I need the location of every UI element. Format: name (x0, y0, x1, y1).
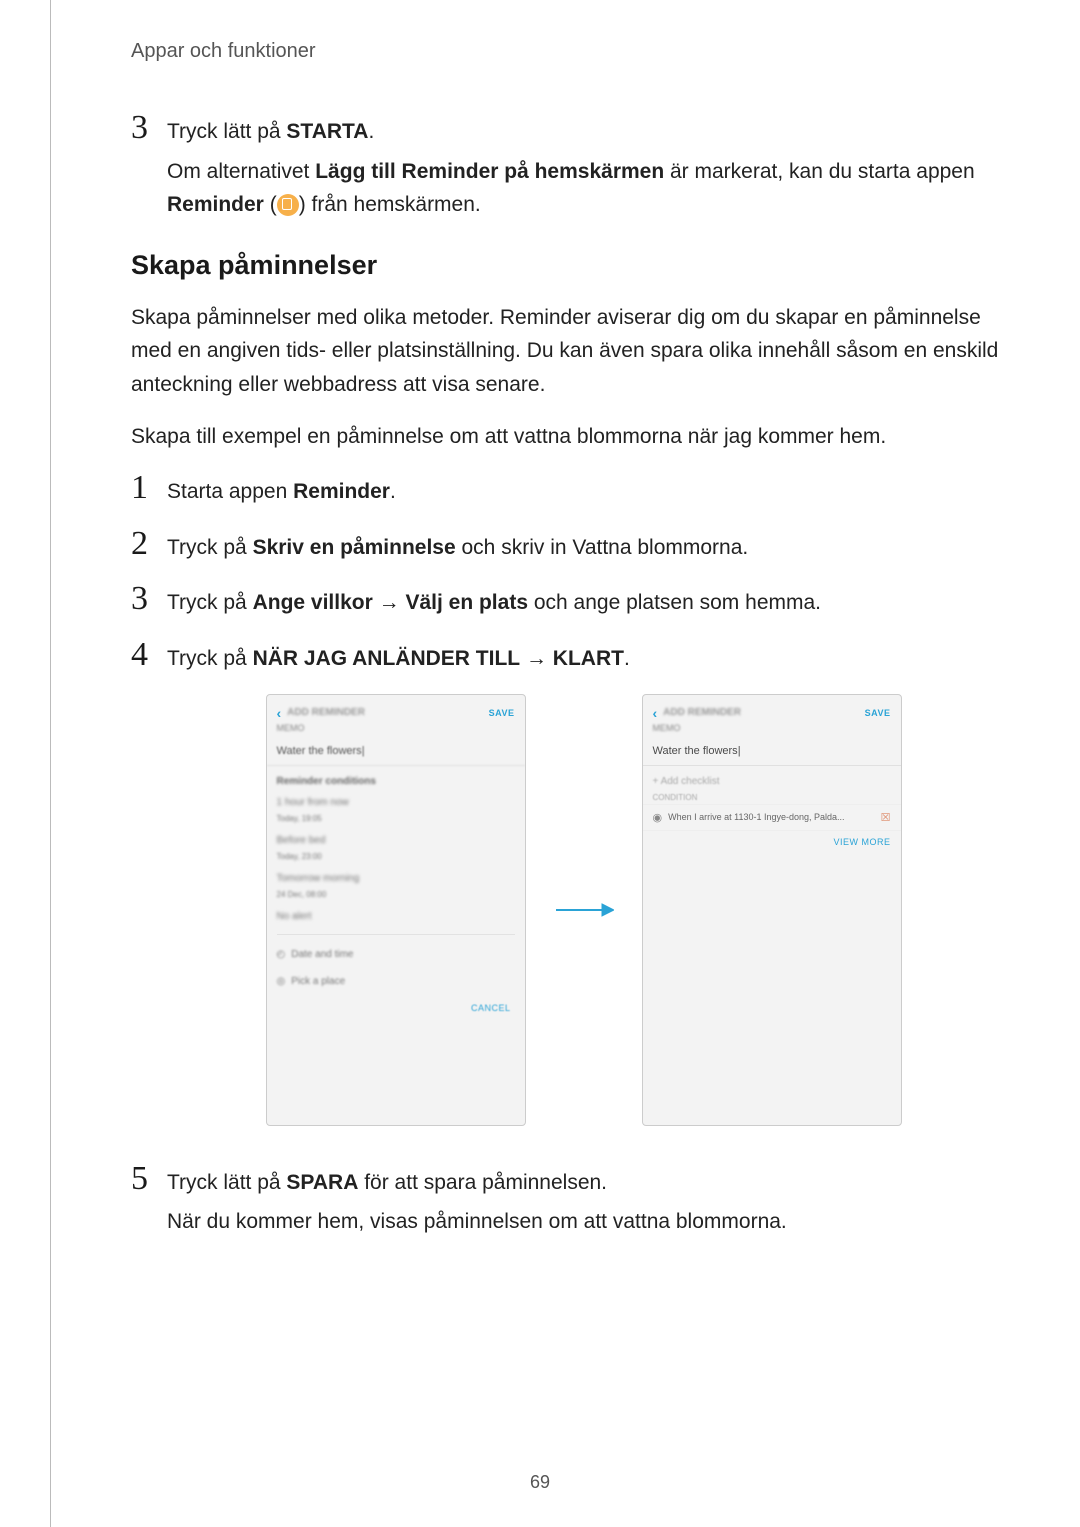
text: Tryck på (167, 536, 253, 559)
bold-text: Reminder (167, 193, 264, 216)
reminder-app-icon (277, 194, 299, 216)
step-text: Starta appen Reminder. (167, 475, 1000, 509)
screenshot-mockups: ‹ ADD REMINDER SAVE MEMO Water the flowe… (167, 694, 1000, 1126)
memo-label: MEMO (643, 723, 901, 739)
location-condition-row: ◉ When I arrive at 1130-1 Ingye-dong, Pa… (643, 804, 901, 831)
back-chevron-icon: ‹ (653, 705, 658, 721)
divider (277, 934, 515, 935)
text: Tryck lätt på (167, 1171, 286, 1194)
step-text: Tryck på Skriv en påminnelse och skriv i… (167, 531, 1000, 565)
list-item: Before bed (267, 829, 525, 852)
text-cursor: | (738, 745, 741, 757)
back-chevron-icon: ‹ (277, 705, 282, 721)
bold-text: Reminder (293, 480, 390, 503)
pin-icon: ◉ (653, 811, 663, 824)
delete-icon: ☒ (881, 811, 891, 824)
page-number: 69 (0, 1472, 1080, 1493)
option-row: ◴ Date and time (267, 941, 525, 968)
section-heading: Skapa påminnelser (131, 250, 1000, 281)
bold-text: NÄR JAG ANLÄNDER TILL (253, 647, 521, 670)
step-number: 1 (131, 471, 167, 505)
step-number: 2 (131, 527, 167, 561)
save-label: SAVE (489, 708, 515, 718)
reminder-input: Water the flowers| (643, 739, 901, 766)
text: och skriv in Vattna blommorna. (456, 536, 749, 559)
bold-text: KLART (553, 647, 624, 670)
bold-text: Lägg till Reminder på hemskärmen (315, 160, 664, 183)
text: för att spara påminnelsen. (358, 1171, 607, 1194)
bold-text: Välj en plats (405, 591, 528, 614)
list-item: 1 hour from now (267, 791, 525, 814)
conditions-header: Reminder conditions (267, 766, 525, 791)
text: ) från hemskärmen. (299, 193, 481, 216)
text: → (520, 647, 553, 670)
step-text: Tryck lätt på STARTA. (167, 115, 1000, 149)
list-item: No alert (267, 905, 525, 928)
text: → (373, 591, 406, 614)
pin-icon: ◎ (277, 976, 286, 987)
step-text: Tryck på Ange villkor → Välj en plats oc… (167, 586, 1000, 620)
text: Tryck på (167, 647, 253, 670)
text: . (390, 480, 396, 503)
paragraph: Skapa till exempel en påminnelse om att … (131, 420, 1000, 454)
text: Tryck på (167, 591, 253, 614)
list-item: Today, 23:00 (267, 852, 525, 867)
clock-icon: ◴ (277, 949, 286, 960)
screen-title: ADD REMINDER (663, 707, 864, 718)
location-text: When I arrive at 1130-1 Ingye-dong, Pald… (668, 812, 844, 822)
text: Om alternativet (167, 160, 315, 183)
option-row: ◎ Pick a place (267, 968, 525, 995)
list-item: Today, 19:05 (267, 814, 525, 829)
arrow-icon (554, 900, 614, 920)
bold-text: Skriv en påminnelse (253, 536, 456, 559)
step-text: Tryck på NÄR JAG ANLÄNDER TILL → KLART. (167, 642, 1000, 676)
text: Starta appen (167, 480, 293, 503)
page-header: Appar och funktioner (131, 40, 1000, 63)
memo-label: MEMO (267, 723, 525, 739)
text: Date and time (291, 949, 353, 960)
screen-title: ADD REMINDER (287, 707, 488, 718)
step-number: 3 (131, 111, 167, 145)
text: . (368, 120, 374, 143)
paragraph: Skapa påminnelser med olika metoder. Rem… (131, 301, 1000, 402)
phone-mock-left: ‹ ADD REMINDER SAVE MEMO Water the flowe… (266, 694, 526, 1126)
bold-text: Ange villkor (253, 591, 373, 614)
text: . (624, 647, 630, 670)
text-cursor: | (362, 745, 365, 757)
text: och ange platsen som hemma. (528, 591, 821, 614)
reminder-input: Water the flowers| (267, 739, 525, 766)
text: Water the flowers (653, 745, 738, 757)
step-number: 3 (131, 582, 167, 616)
condition-label: CONDITION (643, 793, 901, 804)
list-item: Tomorrow morning (267, 867, 525, 890)
text: Tryck lätt på (167, 120, 286, 143)
text: Pick a place (291, 976, 345, 987)
phone-mock-right: ‹ ADD REMINDER SAVE MEMO Water the flowe… (642, 694, 902, 1126)
list-item: 24 Dec, 08:00 (267, 890, 525, 905)
text: Water the flowers (277, 745, 362, 757)
cancel-label: CANCEL (267, 995, 525, 1021)
running-text: Om alternativet Lägg till Reminder på he… (167, 155, 1000, 222)
running-text: När du kommer hem, visas påminnelsen om … (167, 1205, 1000, 1239)
save-label: SAVE (865, 708, 891, 718)
view-more-label: VIEW MORE (643, 831, 901, 853)
bold-text: STARTA (286, 120, 368, 143)
text: ( (264, 193, 277, 216)
step-number: 4 (131, 638, 167, 672)
step-text: Tryck lätt på SPARA för att spara påminn… (167, 1166, 1000, 1200)
text: är markerat, kan du starta appen (664, 160, 975, 183)
bold-text: SPARA (286, 1171, 358, 1194)
add-checklist-row: + Add checklist (643, 766, 901, 793)
step-number: 5 (131, 1162, 167, 1196)
